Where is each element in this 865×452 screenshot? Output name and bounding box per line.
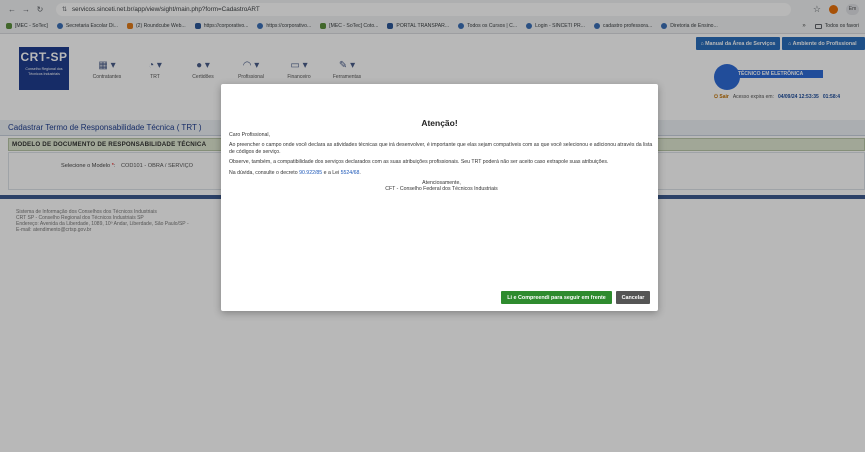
modal-paragraph: Ao preencher o campo onde você declara a… [229, 142, 653, 155]
lei-link[interactable]: 5524/68 [341, 170, 360, 176]
modal-paragraph: Observe, também, a compatibilidade dos s… [229, 159, 609, 166]
confirm-button[interactable]: Li e Compreendi para seguir em frente [501, 291, 612, 304]
attention-modal: Atenção! Caro Profissional, Ao preencher… [221, 84, 658, 311]
modal-title: Atenção! [421, 118, 458, 128]
modal-greeting: Caro Profissional, [229, 132, 270, 138]
cancel-button[interactable]: Cancelar [616, 291, 650, 304]
modal-signature: Atenciosamente, CFT - Conselho Federal d… [385, 180, 498, 193]
decreto-link[interactable]: 90.922/85 [299, 170, 322, 176]
modal-body: Caro Profissional, Ao preencher o campo … [229, 132, 654, 193]
modal-paragraph: Na dúvida, consulte o decreto 90.922/85 … [229, 169, 361, 176]
